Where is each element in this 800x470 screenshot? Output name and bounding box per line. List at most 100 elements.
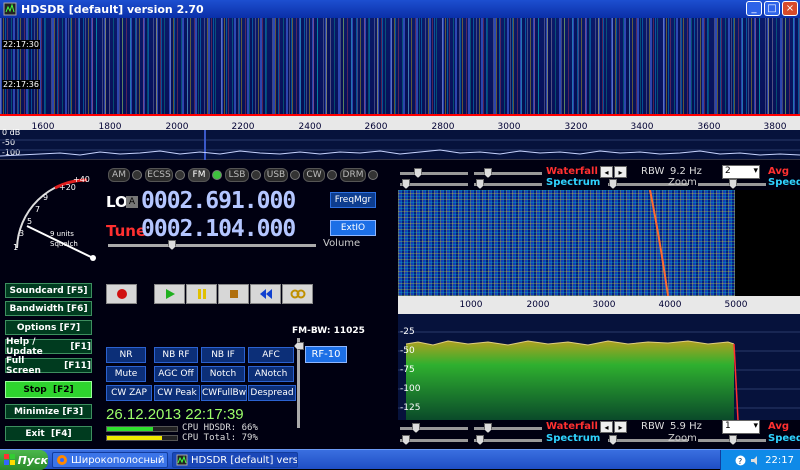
spectrum-brightness-slider[interactable] xyxy=(474,183,542,186)
waterfall-contrast-slider[interactable] xyxy=(400,172,468,175)
play-button[interactable] xyxy=(154,284,185,304)
af-waterfall-edge xyxy=(649,190,669,296)
rewind-button[interactable] xyxy=(250,284,281,304)
mode-usb-button[interactable]: USB xyxy=(264,168,288,182)
options-button[interactable]: Options [F7] xyxy=(5,320,92,335)
avg-value: 2 xyxy=(725,166,731,176)
rf-gain-button[interactable]: RF-10 xyxy=(305,346,347,363)
slider-thumb[interactable] xyxy=(609,179,617,189)
help-icon[interactable]: ? xyxy=(735,455,746,466)
af-spectrum-contrast-slider[interactable] xyxy=(400,439,468,442)
mode-lsb-indicator[interactable] xyxy=(251,170,261,180)
spectrum-contrast-slider[interactable] xyxy=(400,183,468,186)
task-label: HDSDR [default] vers... xyxy=(191,454,298,466)
freqmgr-button[interactable]: FreqMgr xyxy=(330,192,376,208)
mode-am-button[interactable]: AM xyxy=(108,168,130,182)
start-button[interactable]: Пуск xyxy=(0,450,48,470)
fm-bandwidth-slider[interactable] xyxy=(297,338,300,428)
mode-fm-button[interactable]: FM xyxy=(188,168,210,182)
loop-button[interactable] xyxy=(282,284,313,304)
speaker-icon[interactable] xyxy=(750,455,761,466)
anotch-button[interactable]: ANotch xyxy=(248,366,294,382)
cpu-total-bar xyxy=(106,435,178,441)
window-title: HDSDR [default] version 2.70 xyxy=(21,2,204,16)
mode-ecss-button[interactable]: ECSS xyxy=(145,168,173,182)
af-rbw-label: RBW xyxy=(641,421,665,432)
mode-drm-indicator[interactable] xyxy=(368,170,378,180)
hdsdr-window: HDSDR [default] version 2.70 _ □ × 22:17… xyxy=(0,0,800,449)
zoom-label: Zoom xyxy=(668,177,697,188)
slider-thumb[interactable] xyxy=(402,179,410,189)
button-shortcut: [F4] xyxy=(50,428,72,439)
clock[interactable]: 22:17 xyxy=(765,455,794,466)
rf-spectrum[interactable]: 0 dB -50 -100 xyxy=(0,128,800,160)
stop-button[interactable]: Stop [F2] xyxy=(5,381,92,398)
minimize-window-button[interactable]: _ xyxy=(746,1,762,16)
pause-button[interactable] xyxy=(186,284,217,304)
help-update-button[interactable]: Help / Update [F1] xyxy=(5,337,92,357)
afc-button[interactable]: AFC xyxy=(248,347,294,363)
despread-button[interactable]: Despread xyxy=(248,385,296,401)
mode-drm-button[interactable]: DRM xyxy=(340,168,366,182)
mode-fm-indicator[interactable] xyxy=(212,170,222,180)
mode-cw-indicator[interactable] xyxy=(327,170,337,180)
record-button[interactable] xyxy=(106,284,137,304)
slider-thumb[interactable] xyxy=(609,435,617,445)
volume-slider[interactable] xyxy=(108,244,316,247)
af-waterfall[interactable] xyxy=(398,190,735,296)
button-label: Exit xyxy=(25,428,45,439)
af-spectrum[interactable]: -25 -50 -75 -100 -125 xyxy=(398,314,800,420)
af-freq-tick: 4000 xyxy=(658,300,682,310)
slider-thumb[interactable] xyxy=(476,435,484,445)
smeter-label: 5 xyxy=(27,217,32,226)
maximize-window-button[interactable]: □ xyxy=(764,1,780,16)
bandwidth-button[interactable]: Bandwidth [F6] xyxy=(5,301,92,316)
slider-thumb[interactable] xyxy=(476,179,484,189)
minimize-button[interactable]: Minimize [F3] xyxy=(5,404,92,419)
soundcard-button[interactable]: Soundcard [F5] xyxy=(5,283,92,298)
af-spectrum-brightness-slider[interactable] xyxy=(474,439,542,442)
close-window-button[interactable]: × xyxy=(782,1,798,16)
mute-button[interactable]: Mute xyxy=(106,366,146,382)
button-shortcut: [F2] xyxy=(53,384,74,395)
mode-ecss-indicator[interactable] xyxy=(175,170,185,180)
taskbar-item-browser[interactable]: Широкополосный приё... xyxy=(52,452,168,468)
cw-fullbw-button[interactable]: CWFullBw xyxy=(201,385,247,401)
agc-off-button[interactable]: AGC Off xyxy=(154,366,198,382)
cw-zap-button[interactable]: CW ZAP xyxy=(106,385,152,401)
extio-button[interactable]: ExtIO xyxy=(330,220,376,236)
mode-usb-indicator[interactable] xyxy=(290,170,300,180)
slider-thumb[interactable] xyxy=(729,435,737,445)
notch-button[interactable]: Notch xyxy=(201,366,245,382)
button-label: Options xyxy=(16,322,57,333)
rf-frequency-scale[interactable]: 1600 1800 2000 2200 2400 2600 2800 3000 … xyxy=(0,114,800,132)
button-shortcut: [F3] xyxy=(62,406,84,417)
taskbar-item-hdsdr[interactable]: HDSDR [default] vers... xyxy=(172,452,298,468)
tune-frequency-display[interactable]: 0002.104.000 xyxy=(141,216,296,242)
af-zoom-label: Zoom xyxy=(668,433,697,444)
nr-button[interactable]: NR xyxy=(106,347,146,363)
af-waterfall-label: Waterfall xyxy=(546,421,598,432)
slider-thumb[interactable] xyxy=(402,435,410,445)
af-freq-tick: 2000 xyxy=(526,300,550,310)
cw-peak-button[interactable]: CW Peak xyxy=(154,385,200,401)
full-screen-button[interactable]: Full Screen [F11] xyxy=(5,356,92,376)
rf-waterfall[interactable]: 22:17:30 22:17:36 xyxy=(0,18,800,114)
exit-button[interactable]: Exit [F4] xyxy=(5,426,92,441)
slider-thumb[interactable] xyxy=(729,179,737,189)
af-waterfall-contrast-slider[interactable] xyxy=(400,427,468,430)
af-frequency-scale[interactable]: 1000 2000 3000 4000 5000 xyxy=(398,296,800,314)
lo-frequency-display[interactable]: 0002.691.000 xyxy=(141,188,296,214)
s-meter[interactable]: +40 +20 9 7 5 3 1 9 units Squelch xyxy=(5,168,97,266)
stop-playback-button[interactable] xyxy=(218,284,249,304)
lo-a-button[interactable]: A xyxy=(126,196,138,208)
mode-cw-button[interactable]: CW xyxy=(303,168,325,182)
svg-text:?: ? xyxy=(738,457,742,466)
waterfall-timestamp: 22:17:30 xyxy=(2,40,40,49)
af-db-label: -100 xyxy=(400,384,421,394)
nb-rf-button[interactable]: NB RF xyxy=(154,347,198,363)
mode-lsb-button[interactable]: LSB xyxy=(225,168,249,182)
nb-if-button[interactable]: NB IF xyxy=(201,347,245,363)
mode-am-indicator[interactable] xyxy=(132,170,142,180)
smeter-label: 7 xyxy=(35,205,40,214)
